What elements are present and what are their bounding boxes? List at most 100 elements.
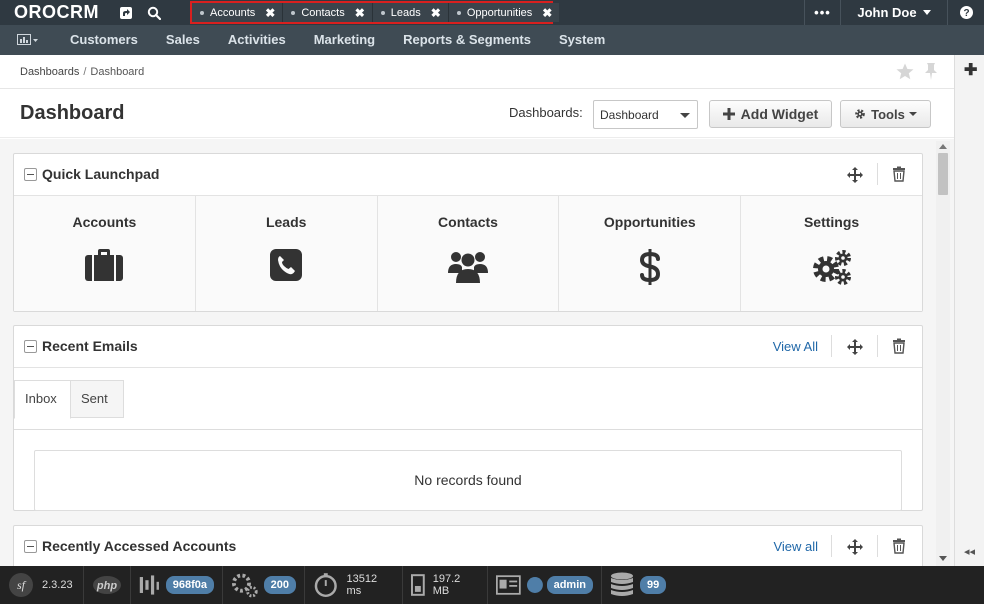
launchpad-item-contacts[interactable]: Contacts <box>378 196 560 311</box>
app-logo[interactable]: OROCRM <box>0 0 112 25</box>
pin-dot-icon <box>380 10 385 15</box>
php-block[interactable]: php <box>84 566 131 604</box>
close-icon[interactable]: ✖ <box>265 6 275 20</box>
database-icon <box>611 572 633 596</box>
bar-chart-icon <box>17 34 38 45</box>
trash-icon[interactable] <box>891 538 907 554</box>
database-block[interactable]: 99 <box>602 566 682 604</box>
nav-marketing[interactable]: Marketing <box>300 25 389 55</box>
scroll-down-arrow-icon[interactable] <box>939 556 947 561</box>
widget-recent-accounts: Recently Accessed Accounts View all <box>13 525 923 566</box>
pin-accounts[interactable]: Accounts ✖ <box>192 3 284 22</box>
share-icon[interactable] <box>112 0 140 25</box>
launchpad-item-opportunities[interactable]: Opportunities <box>559 196 742 311</box>
nav-system[interactable]: System <box>545 25 619 55</box>
symfony-version-block[interactable]: sf 2.3.23 <box>0 566 84 604</box>
launchpad-item-settings[interactable]: Settings <box>741 196 922 311</box>
chevron-down-icon <box>922 10 931 15</box>
more-menu-button[interactable]: ••• <box>804 0 840 25</box>
breadcrumb-current: Dashboard <box>90 66 145 78</box>
dashboard-menu-button[interactable] <box>0 25 56 55</box>
page-scrollbar[interactable] <box>936 141 950 566</box>
dashboards-label: Dashboards: <box>509 105 583 120</box>
user-name: John Doe <box>857 5 917 20</box>
id-card-icon <box>496 575 521 595</box>
dashboard-select[interactable]: Dashboard <box>593 100 698 129</box>
widget-divider <box>877 335 878 357</box>
nav-activities[interactable]: Activities <box>214 25 300 55</box>
pin-contacts[interactable]: Contacts ✖ <box>283 3 373 22</box>
breadcrumb-separator: / <box>83 66 87 78</box>
launchpad-item-accounts[interactable]: Accounts <box>14 196 196 311</box>
tools-button[interactable]: Tools <box>840 100 931 128</box>
pin-leads[interactable]: Leads ✖ <box>372 3 449 22</box>
collapse-icon[interactable] <box>24 340 37 353</box>
tab-inbox[interactable]: Inbox <box>14 380 71 419</box>
php-logo-icon: php <box>93 576 121 594</box>
security-block[interactable]: admin <box>488 566 602 604</box>
empty-state-message: No records found <box>34 450 902 511</box>
memory-usage: 197.2 MB <box>432 573 461 597</box>
page-actions <box>896 63 938 80</box>
collapse-sidebar-icon[interactable]: ◂◂ <box>964 545 975 558</box>
request-time: 13512 ms <box>346 573 378 597</box>
close-icon[interactable]: ✖ <box>542 6 552 20</box>
timer-block[interactable]: 13512 ms <box>305 566 403 604</box>
widget-title: Recent Emails <box>42 338 138 354</box>
widget-divider <box>831 335 832 357</box>
app-root: OROCRM Accounts ✖ Contacts ✖ Leads ✖ Opp… <box>0 0 984 604</box>
view-all-link[interactable]: View all <box>773 539 818 554</box>
breadcrumb-link-dashboards[interactable]: Dashboards <box>20 66 79 78</box>
page-header: Dashboard Dashboards: Dashboard Add Widg… <box>0 88 954 138</box>
tab-sent[interactable]: Sent <box>71 380 124 418</box>
move-icon[interactable] <box>846 338 864 356</box>
view-all-link[interactable]: View All <box>773 339 818 354</box>
widget-divider <box>831 535 832 557</box>
dashboard-area: Quick Launchpad Accounts Leads Contacts … <box>0 139 954 566</box>
php-label: php <box>96 580 117 592</box>
top-bar: OROCRM Accounts ✖ Contacts ✖ Leads ✖ Opp… <box>0 0 984 25</box>
status-code-block[interactable]: 200 <box>223 566 305 604</box>
move-icon[interactable] <box>846 166 864 184</box>
gear-icon <box>855 109 865 119</box>
pin-opportunities[interactable]: Opportunities ✖ <box>448 3 560 22</box>
nav-sales[interactable]: Sales <box>152 25 214 55</box>
widget-header: Recent Emails View All <box>14 326 922 368</box>
users-icon <box>447 252 488 283</box>
user-menu[interactable]: John Doe <box>840 0 947 25</box>
request-token-block[interactable]: 968f0a <box>131 566 223 604</box>
launchpad-item-leads[interactable]: Leads <box>196 196 378 311</box>
page-title: Dashboard <box>20 102 125 124</box>
star-icon[interactable] <box>896 63 914 80</box>
add-sidebar-widget-icon[interactable]: ✚ <box>964 60 977 80</box>
dollar-icon <box>639 249 660 285</box>
search-icon[interactable] <box>140 0 168 25</box>
right-sidebar: ✚ ◂◂ <box>954 55 984 566</box>
add-widget-button[interactable]: Add Widget <box>709 100 832 128</box>
move-icon[interactable] <box>846 538 864 556</box>
pin-icon[interactable] <box>924 63 938 80</box>
launchpad-label: Opportunities <box>603 214 696 230</box>
nav-customers[interactable]: Customers <box>56 25 152 55</box>
request-token-badge: 968f0a <box>165 576 214 594</box>
main-content: Dashboards / Dashboard Dashboard Dashboard… <box>0 55 954 566</box>
pin-label: Contacts <box>301 6 345 19</box>
close-icon[interactable]: ✖ <box>355 6 365 20</box>
scrollbar-thumb[interactable] <box>938 153 948 195</box>
collapse-icon[interactable] <box>24 168 37 181</box>
stopwatch-icon <box>314 573 337 598</box>
nav-reports-segments[interactable]: Reports & Segments <box>389 25 545 55</box>
trash-icon[interactable] <box>891 338 907 354</box>
top-right-menu: ••• John Doe ? <box>804 0 984 25</box>
collapse-icon[interactable] <box>24 540 37 553</box>
widget-title: Quick Launchpad <box>42 166 160 182</box>
help-button[interactable]: ? <box>947 0 984 25</box>
main-navigation: Customers Sales Activities Marketing Rep… <box>0 25 984 55</box>
scroll-up-arrow-icon[interactable] <box>939 144 947 149</box>
gears-icon <box>231 573 258 598</box>
close-icon[interactable]: ✖ <box>431 6 441 20</box>
pin-label: Opportunities <box>466 6 533 19</box>
pin-label: Leads <box>390 6 421 19</box>
trash-icon[interactable] <box>891 166 907 182</box>
memory-block[interactable]: 197.2 MB <box>403 566 488 604</box>
